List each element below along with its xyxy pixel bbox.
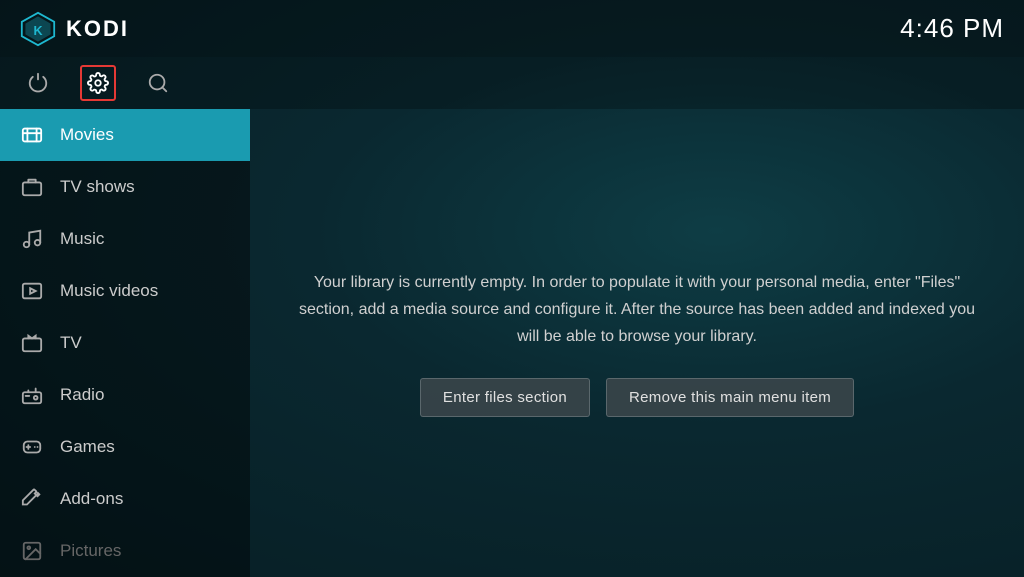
enter-files-section-button[interactable]: Enter files section [420, 378, 590, 417]
sidebar-item-music-label: Music [60, 229, 104, 249]
sidebar-item-music-videos-label: Music videos [60, 281, 158, 301]
sidebar-item-tv-label: TV [60, 333, 82, 353]
sidebar: Movies TV shows [0, 109, 250, 577]
remove-menu-item-button[interactable]: Remove this main menu item [606, 378, 854, 417]
movies-icon [20, 123, 44, 147]
kodi-logo-icon: K [20, 11, 56, 47]
empty-library-message: Your library is currently empty. In orde… [290, 269, 984, 351]
content-actions: Enter files section Remove this main men… [290, 378, 984, 417]
gear-icon [87, 72, 109, 94]
music-videos-icon [20, 279, 44, 303]
settings-button[interactable] [80, 65, 116, 101]
power-button[interactable] [20, 65, 56, 101]
sidebar-item-tv-shows-label: TV shows [60, 177, 135, 197]
radio-icon [20, 383, 44, 407]
search-button[interactable] [140, 65, 176, 101]
games-icon [20, 435, 44, 459]
main-content: Your library is currently empty. In orde… [250, 109, 1024, 577]
sidebar-item-add-ons-label: Add-ons [60, 489, 123, 509]
sidebar-item-add-ons[interactable]: Add-ons [0, 473, 250, 525]
pictures-icon [20, 539, 44, 563]
tv-icon [20, 331, 44, 355]
sidebar-item-games-label: Games [60, 437, 115, 457]
top-bar: K KODI 4:46 PM [0, 0, 1024, 57]
search-icon [147, 72, 169, 94]
sidebar-item-music[interactable]: Music [0, 213, 250, 265]
sidebar-item-tv[interactable]: TV [0, 317, 250, 369]
sidebar-item-games[interactable]: Games [0, 421, 250, 473]
app-title: KODI [66, 16, 129, 42]
body-row: Movies TV shows [0, 109, 1024, 577]
sidebar-item-tv-shows[interactable]: TV shows [0, 161, 250, 213]
svg-text:K: K [33, 23, 42, 37]
sidebar-item-movies-label: Movies [60, 125, 114, 145]
icon-bar [0, 57, 1024, 109]
power-icon [27, 72, 49, 94]
sidebar-item-radio[interactable]: Radio [0, 369, 250, 421]
sidebar-item-pictures-label: Pictures [60, 541, 121, 561]
sidebar-item-movies[interactable]: Movies [0, 109, 250, 161]
content-box: Your library is currently empty. In orde… [290, 269, 984, 418]
music-icon [20, 227, 44, 251]
add-ons-icon [20, 487, 44, 511]
sidebar-item-radio-label: Radio [60, 385, 104, 405]
tv-shows-icon [20, 175, 44, 199]
clock: 4:46 PM [900, 13, 1004, 44]
sidebar-item-music-videos[interactable]: Music videos [0, 265, 250, 317]
sidebar-item-pictures[interactable]: Pictures [0, 525, 250, 577]
logo-area: K KODI [20, 11, 129, 47]
